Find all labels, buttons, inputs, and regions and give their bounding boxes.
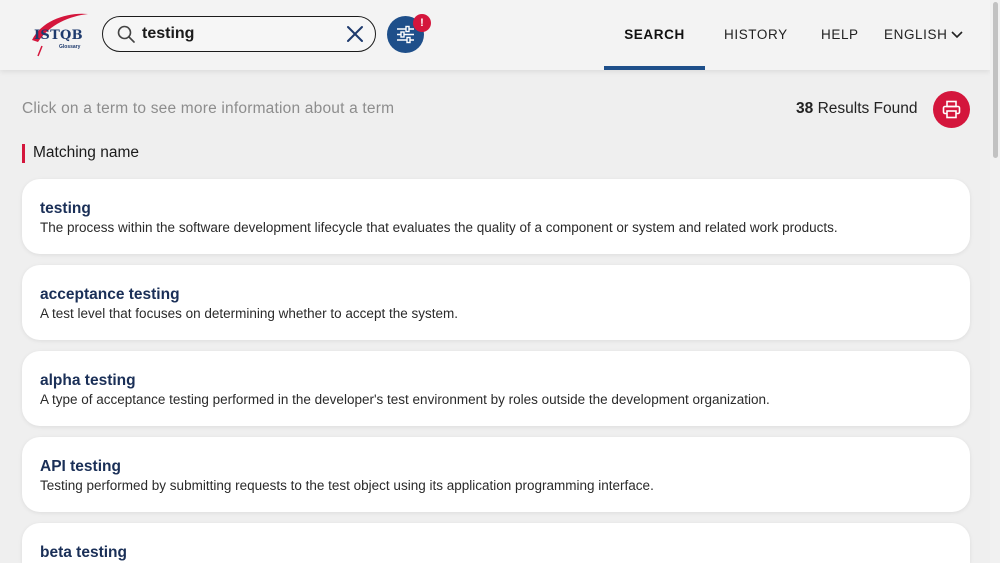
term-definition: A test level that focuses on determining… [40,306,458,321]
hint-text: Click on a term to see more information … [22,100,395,117]
print-button[interactable] [933,91,970,128]
results-label: Results Found [817,100,918,117]
nav-history[interactable]: HISTORY [724,0,788,70]
term-card[interactable]: alpha testing A type of acceptance testi… [22,351,970,426]
clear-search-icon[interactable] [346,25,364,43]
scrollbar-thumb[interactable] [993,2,998,158]
term-name[interactable]: API testing [40,458,121,476]
logo-subtext: Glossary [59,44,81,50]
nav-help[interactable]: HELP [821,0,859,70]
term-card[interactable]: API testing Testing performed by submitt… [22,437,970,512]
nav-search[interactable]: SEARCH [604,0,705,70]
term-definition: Testing performed by submitting requests… [40,478,654,493]
term-name[interactable]: beta testing [40,544,127,562]
section-title: Matching name [33,144,139,161]
search-box [102,16,376,52]
term-card[interactable]: beta testing [22,523,970,563]
istqb-logo[interactable]: ISTQB Glossary [28,10,90,58]
results-count: 38 Results Found [796,100,918,118]
sliders-icon [397,25,414,44]
section-accent-bar [22,144,25,163]
term-definition: A type of acceptance testing performed i… [40,392,770,407]
term-card[interactable]: acceptance testing A test level that foc… [22,265,970,340]
chevron-down-icon[interactable] [951,29,963,39]
results-number: 38 [796,100,814,117]
search-input[interactable] [142,23,332,45]
printer-icon [942,100,961,119]
term-name[interactable]: acceptance testing [40,286,180,304]
term-name[interactable]: testing [40,200,91,218]
filter-alert-badge: ! [413,14,431,32]
nav-active-indicator [604,66,705,70]
top-header: ISTQB Glossary ! SEARCH HISTORY HELP ENG… [0,0,990,70]
logo-text: ISTQB [34,28,83,43]
term-name[interactable]: alpha testing [40,372,136,390]
term-card[interactable]: testing The process within the software … [22,179,970,254]
search-icon [117,25,135,43]
term-definition: The process within the software developm… [40,220,838,235]
language-selector[interactable]: ENGLISH [884,0,947,70]
